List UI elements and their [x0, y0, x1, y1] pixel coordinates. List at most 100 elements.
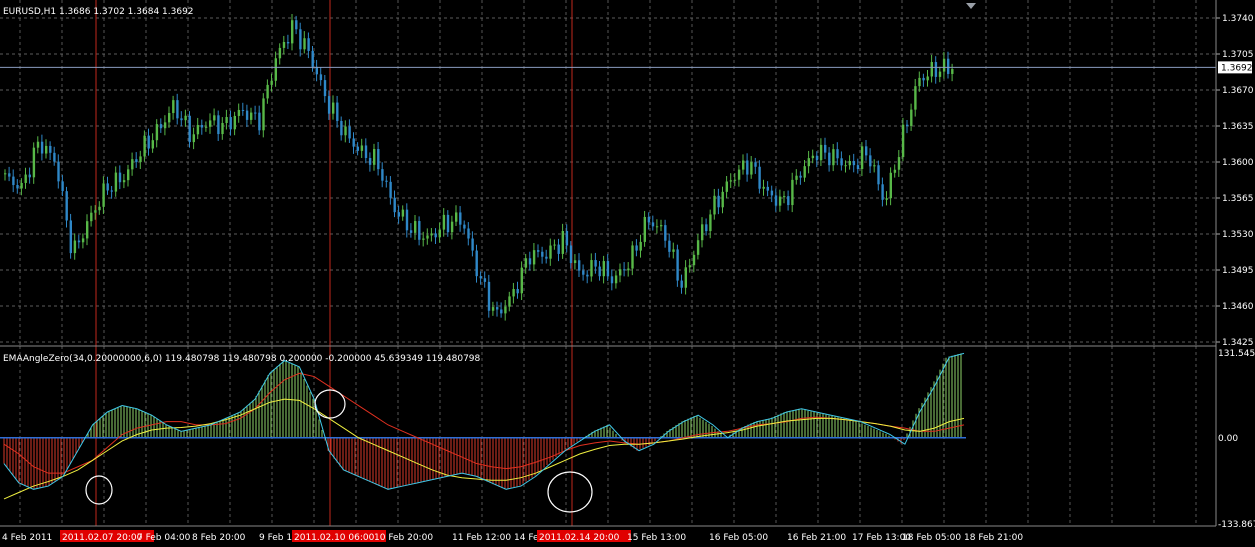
- candle-body: [299, 29, 302, 50]
- candle-body: [778, 196, 782, 206]
- indicator-title: EMAAngleZero(34,0.20000000,6,0) 119.4807…: [3, 354, 481, 364]
- candle-body: [311, 50, 314, 67]
- candle-body: [553, 244, 556, 246]
- candle-body: [565, 230, 569, 246]
- candle-body: [594, 260, 597, 267]
- candle-body: [508, 296, 511, 307]
- candle-body: [926, 76, 929, 81]
- candle-body: [639, 241, 642, 251]
- candle-body: [12, 176, 15, 186]
- candle-body: [442, 214, 446, 230]
- candle-body: [409, 230, 413, 233]
- candle-body: [291, 20, 294, 44]
- candle-body: [696, 240, 700, 255]
- candle-body: [77, 240, 81, 243]
- candle-body: [914, 86, 917, 110]
- candle-body: [61, 181, 64, 192]
- price-tick-label: 1.3565: [1222, 194, 1254, 204]
- candle-body: [147, 135, 150, 149]
- candle-body: [569, 245, 573, 264]
- candle-body: [733, 179, 737, 181]
- candle-body: [774, 195, 778, 206]
- price-tick-label: 1.3670: [1222, 86, 1254, 96]
- candle-body: [28, 174, 31, 178]
- candle-body: [729, 180, 733, 182]
- candle-body: [602, 261, 605, 277]
- price-tick-label: 1.3460: [1222, 302, 1254, 312]
- candle-body: [930, 62, 933, 77]
- candle-body: [327, 96, 331, 114]
- candle-body: [627, 268, 630, 271]
- candle-body: [155, 124, 159, 141]
- candle-body: [832, 149, 835, 166]
- candle-body: [237, 109, 241, 116]
- candle-body: [373, 148, 376, 165]
- candle-body: [446, 214, 450, 233]
- candle-body: [340, 120, 343, 136]
- candle-body: [573, 260, 577, 264]
- candle-body: [426, 235, 429, 239]
- candle-body: [881, 184, 884, 200]
- price-tick-label: 1.3530: [1222, 230, 1254, 240]
- candle-body: [561, 230, 564, 254]
- candle-body: [922, 77, 925, 81]
- chart-canvas[interactable]: 1.3740 1.3705 1.3670 1.3635 1.3600 1.3565 1.35…: [0, 0, 1255, 547]
- candle-body: [180, 118, 183, 121]
- time-label: 2011.02.10 06:00: [294, 533, 375, 543]
- candle-body: [405, 209, 409, 231]
- candle-body: [455, 212, 458, 222]
- candle-body: [598, 266, 601, 277]
- candle-body: [196, 125, 200, 135]
- indicator-tick-label: 131.5450: [1218, 349, 1255, 359]
- candle-body: [742, 160, 745, 170]
- candle-body: [684, 267, 687, 288]
- candle-body: [139, 156, 142, 163]
- candle-body: [438, 229, 441, 238]
- candle-body: [532, 250, 536, 265]
- candle-body: [286, 41, 290, 44]
- candle-body: [45, 145, 48, 154]
- candle-body: [356, 146, 359, 151]
- main-chart-title: EURUSD,H1 1.3686 1.3702 1.3684 1.3692: [3, 7, 194, 17]
- candle-body: [545, 256, 548, 259]
- candle-body: [69, 220, 72, 254]
- candle-body: [385, 180, 388, 182]
- candle-body: [295, 20, 298, 30]
- candle-body: [98, 206, 101, 211]
- candle-body: [496, 307, 499, 310]
- price-tick-label: 1.3600: [1222, 158, 1254, 168]
- candle-body: [737, 169, 741, 180]
- candle-body: [619, 269, 622, 276]
- candle-body: [418, 221, 421, 240]
- time-label: 2011.02.14 20:00: [539, 533, 620, 543]
- candle-body: [344, 126, 347, 136]
- candle-body: [750, 162, 753, 175]
- candle-body: [81, 238, 85, 243]
- candle-body: [504, 306, 507, 314]
- candle-body: [537, 250, 540, 252]
- candle-body: [479, 276, 482, 279]
- candle-body: [938, 71, 942, 77]
- candle-body: [520, 267, 523, 294]
- time-label: 11 Feb 12:00: [452, 533, 511, 543]
- candle-body: [32, 147, 36, 178]
- candle-body: [4, 173, 7, 175]
- candle-body: [106, 183, 109, 191]
- candle-body: [623, 269, 626, 271]
- candle-body: [770, 190, 774, 196]
- candle-body: [869, 155, 872, 167]
- candle-body: [951, 69, 954, 74]
- candle-body: [352, 138, 355, 147]
- candle-body: [258, 112, 261, 131]
- candle-body: [422, 238, 425, 240]
- candle-body: [672, 249, 675, 252]
- candle-body: [590, 260, 593, 277]
- candle-body: [467, 228, 470, 239]
- candle-body: [471, 238, 474, 251]
- candle-body: [606, 261, 610, 277]
- candle-body: [901, 124, 905, 158]
- candle-body: [233, 115, 236, 130]
- current-price-label: 1.3692: [1221, 63, 1253, 73]
- time-label: 15 Feb 13:00: [627, 533, 686, 543]
- candle-body: [668, 240, 671, 252]
